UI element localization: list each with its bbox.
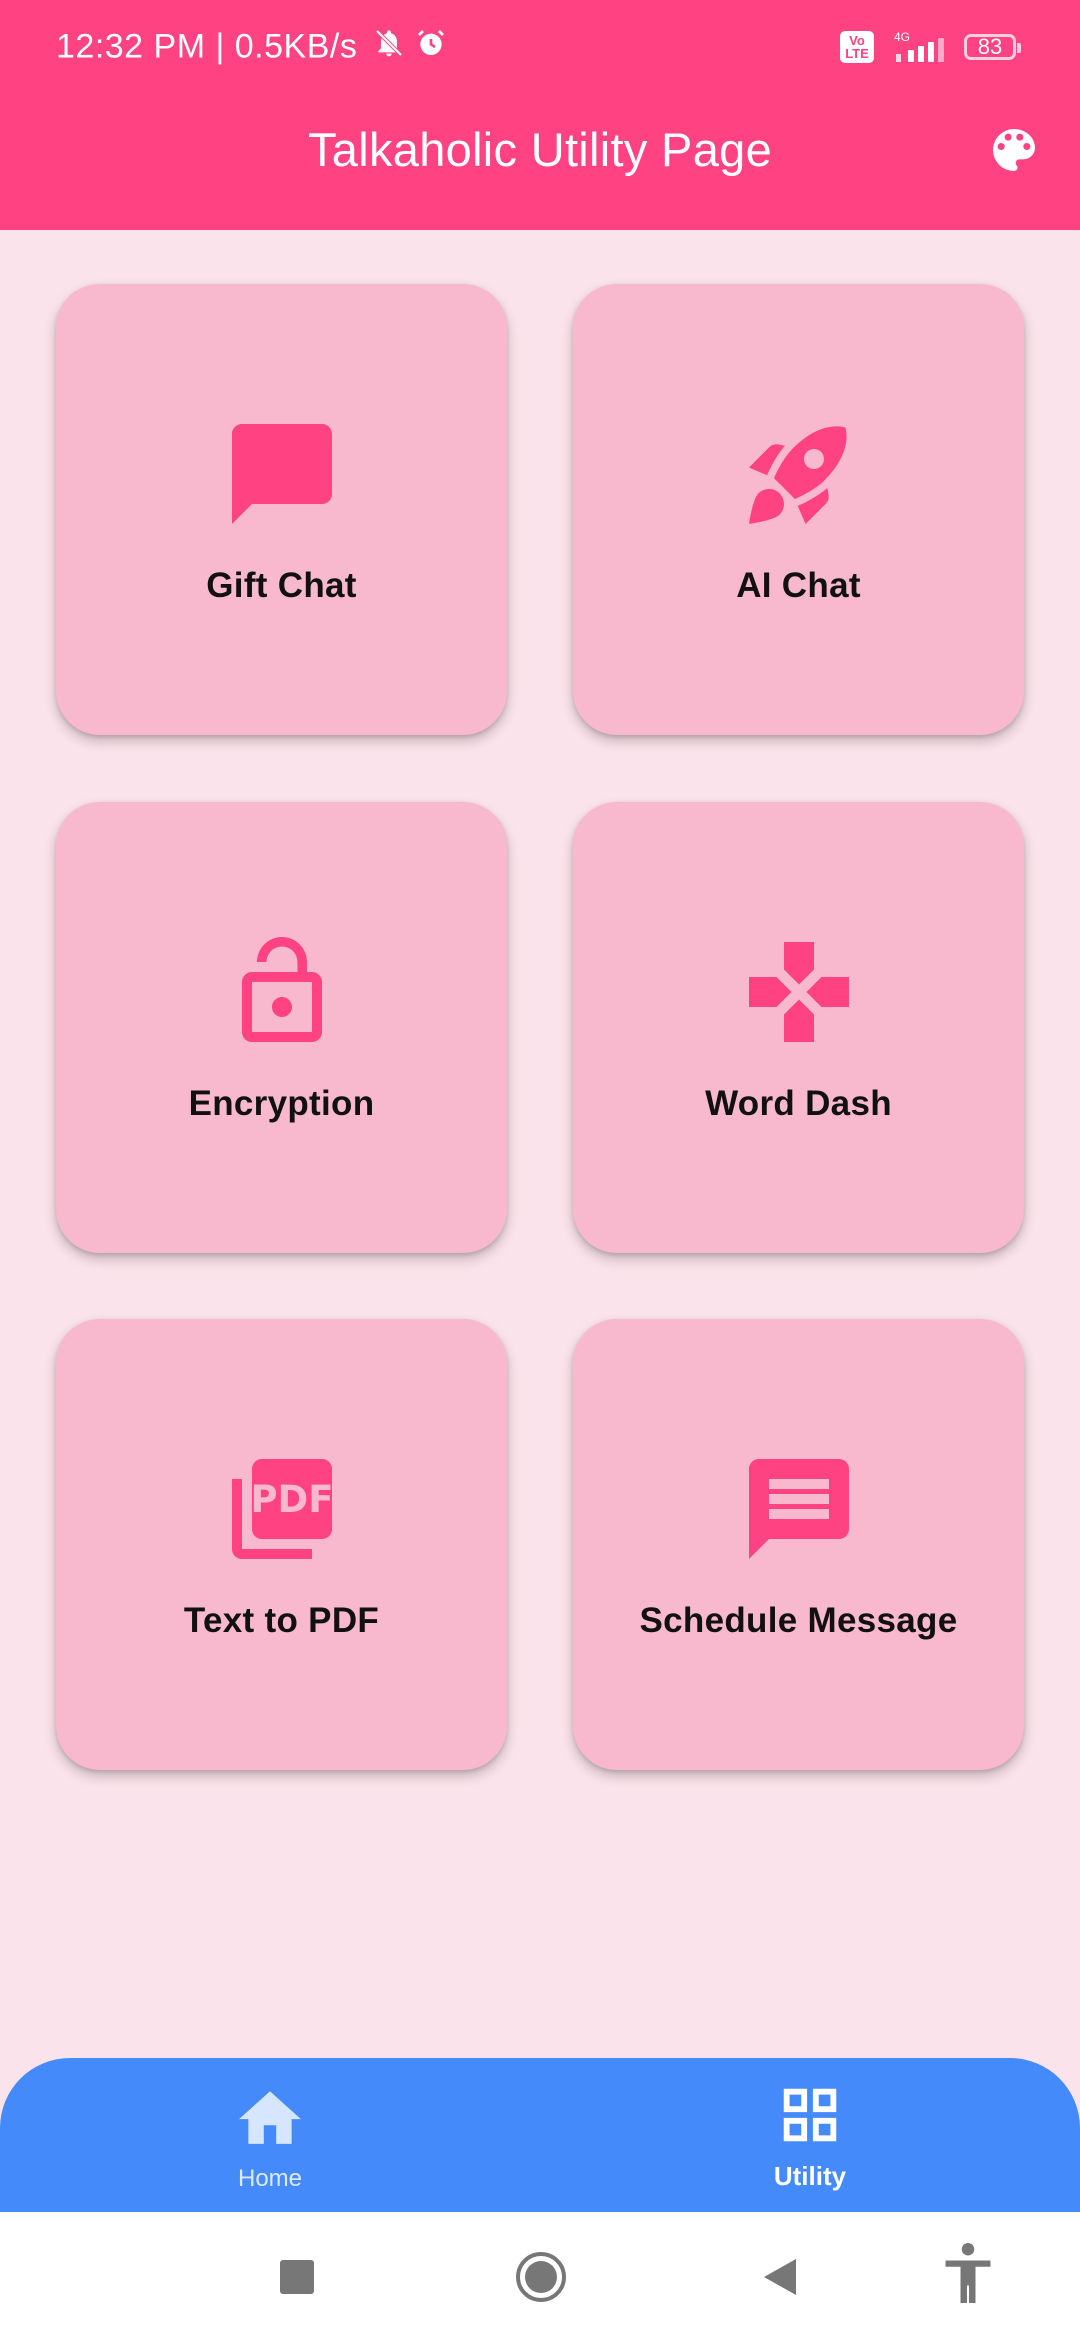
grid-icon: [783, 2088, 837, 2142]
recents-icon[interactable]: [278, 2258, 316, 2296]
signal-icon: 4G: [894, 30, 944, 62]
battery-level: 83: [977, 34, 1003, 59]
home-icon: [239, 2091, 301, 2144]
encryption-card[interactable]: Encryption: [56, 802, 507, 1253]
svg-text:4G: 4G: [894, 30, 910, 44]
app-bar: Talkaholic Utility Page: [0, 96, 1080, 230]
nav-utility[interactable]: Utility: [710, 2058, 910, 2212]
nav-home-label: Home: [237, 2165, 303, 2192]
palette-button[interactable]: [986, 122, 1042, 178]
home-circle-icon[interactable]: [514, 2250, 568, 2304]
mute-icon: [375, 29, 403, 56]
schedule-message-card[interactable]: Schedule Message: [573, 1319, 1024, 1770]
battery-icon: 83: [964, 34, 1021, 60]
system-nav-bar: [0, 2212, 1080, 2340]
word-dash-label: Word Dash: [705, 1084, 892, 1123]
bottom-nav: Home Utility: [0, 2058, 1080, 2212]
gift-chat-card[interactable]: Gift Chat: [56, 284, 507, 735]
status-time: 12:32 PM | 0.5KB/s: [56, 26, 447, 68]
gift-chat-label: Gift Chat: [206, 566, 357, 605]
text-to-pdf-card[interactable]: PDF Text to PDF: [56, 1319, 507, 1770]
rocket-icon: [748, 426, 847, 524]
encryption-label: Encryption: [188, 1084, 375, 1123]
volte-icon: Vo LTE: [840, 31, 874, 63]
schedule-message-label: Schedule Message: [639, 1601, 958, 1640]
message-icon: [748, 1459, 849, 1559]
lock-open-icon: [241, 937, 322, 1042]
word-dash-card[interactable]: Word Dash: [573, 802, 1024, 1253]
alarm-icon: [418, 29, 445, 55]
gamepad-icon: [748, 942, 849, 1042]
back-icon[interactable]: [760, 2256, 800, 2298]
nav-home[interactable]: Home: [170, 2058, 370, 2212]
page-title: Talkaholic Utility Page: [307, 123, 773, 176]
text-to-pdf-label: Text to PDF: [183, 1601, 380, 1640]
utility-grid: Gift Chat AI Chat Encryption Word Dash P…: [56, 284, 1026, 1774]
chat-bubble-icon: [231, 424, 332, 524]
ai-chat-label: AI Chat: [736, 566, 861, 605]
palette-icon: [993, 129, 1035, 171]
status-icons: Vo LTE 4G 83: [840, 30, 1021, 64]
svg-text:PDF: PDF: [250, 1478, 333, 1521]
accessibility-icon[interactable]: [938, 2240, 998, 2306]
nav-utility-label: Utility: [773, 2161, 847, 2191]
status-bar: 12:32 PM | 0.5KB/s Vo LTE 4G 83: [0, 0, 1080, 96]
status-time-text: 12:32 PM | 0.5KB/s: [56, 27, 358, 66]
pdf-icon: PDF: [231, 1459, 333, 1559]
ai-chat-card[interactable]: AI Chat: [573, 284, 1024, 735]
